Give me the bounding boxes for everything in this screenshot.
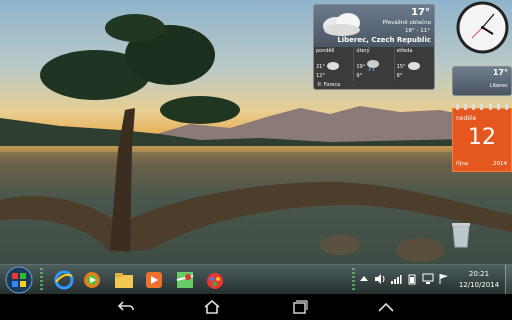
calendar-rings [453,104,511,110]
forecast-day-name: pondělí [316,48,335,54]
taskbar-clock[interactable]: 20:21 12/10/2014 [454,269,504,291]
rain-icon [367,60,380,71]
internet-explorer-icon[interactable] [52,268,76,292]
analog-clock-gadget[interactable] [455,0,510,55]
cloud-icon [323,13,360,36]
paint-icon[interactable] [203,268,227,292]
forecast-high: 21° [316,64,325,70]
recent-apps-icon[interactable] [288,298,312,316]
media-center-icon[interactable] [142,268,166,292]
network-icon[interactable] [422,273,434,285]
taskbar-date: 12/10/2014 [458,281,500,289]
forecast-day: pondělí 21° 12° [314,47,355,81]
forecast-high: 19° [356,64,366,70]
calendar-month: října [456,161,469,167]
current-temperature: 17° [411,7,430,18]
tree [0,14,512,264]
taskbar-grip[interactable] [352,268,355,292]
chevron-up-icon[interactable] [374,298,398,316]
forecast-low: 8° [396,73,403,79]
signal-icon[interactable] [390,273,402,285]
mini-temperature: 17° [492,68,508,77]
mini-city: Liberec [489,83,508,89]
show-hidden-icons-button[interactable] [358,273,370,285]
weather-gadget[interactable]: 17° Převážně oblačno 18° - 11° Liberec, … [313,4,435,90]
taskbar: 20:21 12/10/2014 [0,264,512,295]
media-player-icon[interactable] [80,268,104,292]
calendar-year: 2014 [493,161,507,167]
forecast-day: úterý 19° 9° [354,47,395,81]
weather-city: Liberec, Czech Republic [337,36,431,44]
desktop-wallpaper: 17° Převážně oblačno 18° - 11° Liberec, … [0,0,512,264]
weather-condition: Převážně oblačno [382,20,431,26]
home-icon[interactable] [200,298,224,316]
forecast-low: 9° [356,73,363,79]
forecast-day: středa 15° 8° [395,47,434,81]
calendar-date: 12 [468,125,496,150]
forecast-days: pondělí 21° 12° úterý 19° 9° středa 15° … [314,47,434,81]
cloud-icon [327,62,339,70]
forecast-high: 15° [396,64,406,70]
forecast-low: 12° [316,73,325,79]
file-explorer-icon[interactable] [112,268,136,292]
maps-icon[interactable] [173,268,197,292]
start-button[interactable] [3,266,35,294]
mini-weather-gadget[interactable]: 17° Liberec [452,66,512,96]
android-nav-bar [0,294,512,320]
show-desktop-button[interactable] [505,265,512,295]
cloud-icon [407,62,420,70]
taskbar-time: 20:21 [468,270,490,278]
taskbar-grip[interactable] [40,268,43,292]
weather-brand: © Foreca [317,82,341,88]
temperature-range: 18° - 11° [405,28,430,34]
volume-icon[interactable] [374,273,386,285]
calendar-gadget[interactable]: neděle 12 října 2014 [452,104,512,172]
weather-header: 17° Převážně oblačno 18° - 11° Liberec, … [314,5,434,47]
battery-icon[interactable] [406,273,418,285]
forecast-day-name: středa [396,48,413,54]
forecast-day-name: úterý [356,48,370,54]
action-center-flag-icon[interactable] [438,273,450,285]
calendar-day-of-week: neděle [456,115,477,122]
recycle-bin-icon[interactable] [449,220,473,248]
back-icon[interactable] [114,298,138,316]
